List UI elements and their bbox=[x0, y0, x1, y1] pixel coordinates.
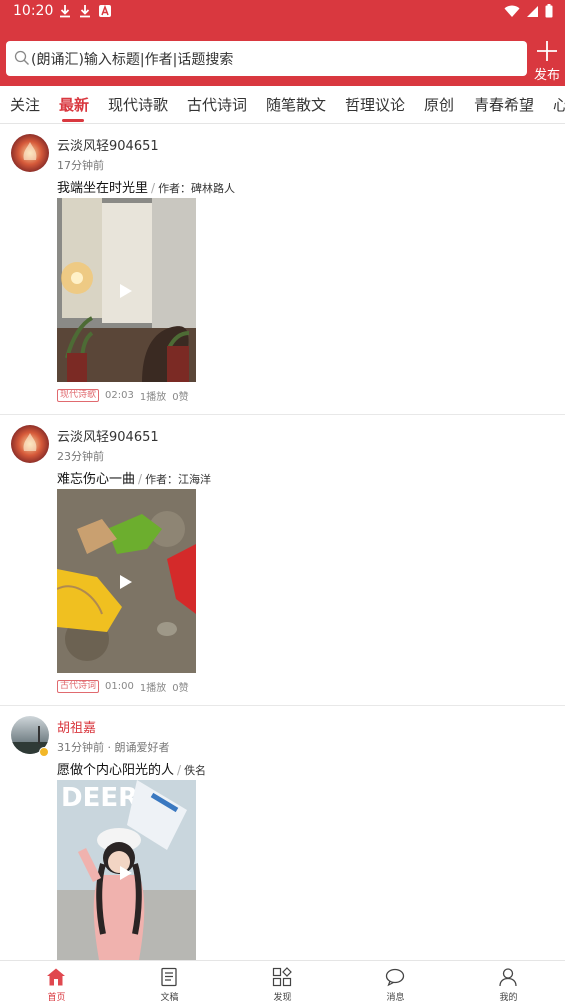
nav-label: 消息 bbox=[386, 993, 405, 1003]
post-title-line[interactable]: 愿做个内心阳光的人 / 佚名 bbox=[57, 759, 206, 778]
tab-modern-poetry[interactable]: 现代诗歌 bbox=[108, 94, 168, 115]
post-title-line[interactable]: 难忘伤心一曲 / 作者：江海洋 bbox=[57, 468, 211, 487]
play-icon[interactable] bbox=[119, 865, 133, 881]
category-tabs: 关注 最新 现代诗歌 古代诗词 随笔散文 哲理议论 原创 青春希望 心 bbox=[0, 86, 565, 124]
tab-essays[interactable]: 随笔散文 bbox=[266, 94, 326, 115]
post-by: 作者：江海洋 bbox=[145, 473, 212, 486]
like-count: 0赞 bbox=[172, 683, 189, 694]
avatar[interactable] bbox=[11, 134, 49, 172]
video-duration: 02:03 bbox=[105, 390, 134, 401]
play-count: 1播放 bbox=[139, 392, 167, 403]
search-icon bbox=[14, 50, 29, 65]
play-icon[interactable] bbox=[119, 574, 133, 590]
play-count: 1播放 bbox=[139, 683, 167, 694]
nav-home[interactable]: 首页 bbox=[0, 961, 113, 1004]
nav-label: 首页 bbox=[47, 993, 66, 1003]
download-icon bbox=[80, 5, 90, 18]
status-bar: 10:20 bbox=[0, 0, 565, 24]
nav-documents[interactable]: 文稿 bbox=[113, 961, 226, 1004]
publish-label: 发布 bbox=[533, 68, 560, 83]
thumbnail-text: DEER bbox=[61, 783, 138, 813]
home-icon bbox=[47, 968, 65, 986]
download-icon bbox=[60, 5, 70, 18]
tab-ancient-poetry[interactable]: 古代诗词 bbox=[187, 94, 247, 115]
status-time: 10:20 bbox=[13, 3, 54, 19]
profile-icon bbox=[499, 968, 517, 987]
app-notification-icon bbox=[99, 4, 111, 17]
publish-button[interactable]: 发布 bbox=[530, 38, 564, 84]
vip-badge-icon bbox=[39, 747, 49, 757]
wifi-icon bbox=[504, 5, 520, 17]
post-by: 作者：碑林路人 bbox=[158, 182, 236, 195]
bottom-navigation: 首页 文稿 发现 消息 我的 bbox=[0, 960, 565, 1004]
post-time: 23分钟前 bbox=[57, 450, 104, 463]
video-thumbnail[interactable] bbox=[57, 198, 196, 382]
title-separator: / bbox=[177, 763, 182, 777]
discover-icon bbox=[272, 967, 292, 987]
search-placeholder: (朗诵汇)输入标题|作者|话题搜索 bbox=[31, 52, 234, 68]
document-icon bbox=[161, 967, 177, 987]
message-icon bbox=[385, 968, 405, 987]
video-thumbnail[interactable] bbox=[57, 489, 196, 673]
post-title: 我端坐在时光里 bbox=[57, 181, 149, 196]
author-name[interactable]: 胡祖嘉 bbox=[57, 717, 96, 736]
nav-messages[interactable]: 消息 bbox=[339, 961, 452, 1004]
avatar[interactable] bbox=[11, 425, 49, 463]
tab-following[interactable]: 关注 bbox=[10, 94, 40, 115]
category-tag[interactable]: 古代诗词 bbox=[57, 680, 100, 693]
tab-philosophy[interactable]: 哲理议论 bbox=[345, 94, 405, 115]
plus-icon bbox=[537, 41, 557, 61]
post-stats: 古代诗词 01:00 1播放 0赞 bbox=[57, 679, 189, 694]
tab-original[interactable]: 原创 bbox=[424, 94, 454, 115]
post-item[interactable]: 云淡风轻904651 17分钟前 我端坐在时光里 / 作者：碑林路人 现代诗歌 … bbox=[0, 124, 565, 415]
post-stats: 现代诗歌 02:03 1播放 0赞 bbox=[57, 388, 189, 403]
post-item[interactable]: 胡祖嘉 31分钟前 · 朗诵爱好者 愿做个内心阳光的人 / 佚名 DEER bbox=[0, 706, 565, 960]
app-header: 10:20 (朗诵汇)输入标题|作者|话题搜索 发布 bbox=[0, 0, 565, 86]
post-feed[interactable]: 云淡风轻904651 17分钟前 我端坐在时光里 / 作者：碑林路人 现代诗歌 … bbox=[0, 124, 565, 960]
video-duration: 01:00 bbox=[105, 681, 134, 692]
notification-icons bbox=[58, 4, 112, 18]
post-title: 愿做个内心阳光的人 bbox=[57, 763, 175, 778]
tab-youth-hope[interactable]: 青春希望 bbox=[474, 94, 534, 115]
system-icons bbox=[504, 4, 553, 18]
tab-latest[interactable]: 最新 bbox=[59, 94, 89, 115]
nav-profile[interactable]: 我的 bbox=[452, 961, 565, 1004]
battery-icon bbox=[545, 4, 553, 18]
category-tag[interactable]: 现代诗歌 bbox=[57, 389, 100, 402]
post-title-line[interactable]: 我端坐在时光里 / 作者：碑林路人 bbox=[57, 177, 235, 196]
post-time: 31分钟前 · 朗诵爱好者 bbox=[57, 741, 170, 754]
signal-icon bbox=[527, 5, 538, 17]
nav-label: 文稿 bbox=[160, 993, 179, 1003]
play-icon[interactable] bbox=[119, 283, 133, 299]
author-name[interactable]: 云淡风轻904651 bbox=[57, 135, 159, 154]
tab-more[interactable]: 心 bbox=[553, 94, 565, 115]
post-time: 17分钟前 bbox=[57, 159, 104, 172]
nav-label: 我的 bbox=[499, 993, 518, 1003]
title-separator: / bbox=[151, 181, 156, 195]
nav-label: 发现 bbox=[273, 993, 292, 1003]
post-title: 难忘伤心一曲 bbox=[57, 472, 136, 487]
post-by: 佚名 bbox=[184, 764, 207, 777]
video-thumbnail[interactable]: DEER bbox=[57, 780, 196, 960]
title-separator: / bbox=[138, 472, 143, 486]
author-name[interactable]: 云淡风轻904651 bbox=[57, 426, 159, 445]
active-tab-indicator bbox=[62, 119, 84, 122]
like-count: 0赞 bbox=[172, 392, 189, 403]
post-item[interactable]: 云淡风轻904651 23分钟前 难忘伤心一曲 / 作者：江海洋 古代诗词 01:0… bbox=[0, 415, 565, 706]
nav-discover[interactable]: 发现 bbox=[226, 961, 339, 1004]
search-input[interactable]: (朗诵汇)输入标题|作者|话题搜索 bbox=[6, 41, 527, 76]
